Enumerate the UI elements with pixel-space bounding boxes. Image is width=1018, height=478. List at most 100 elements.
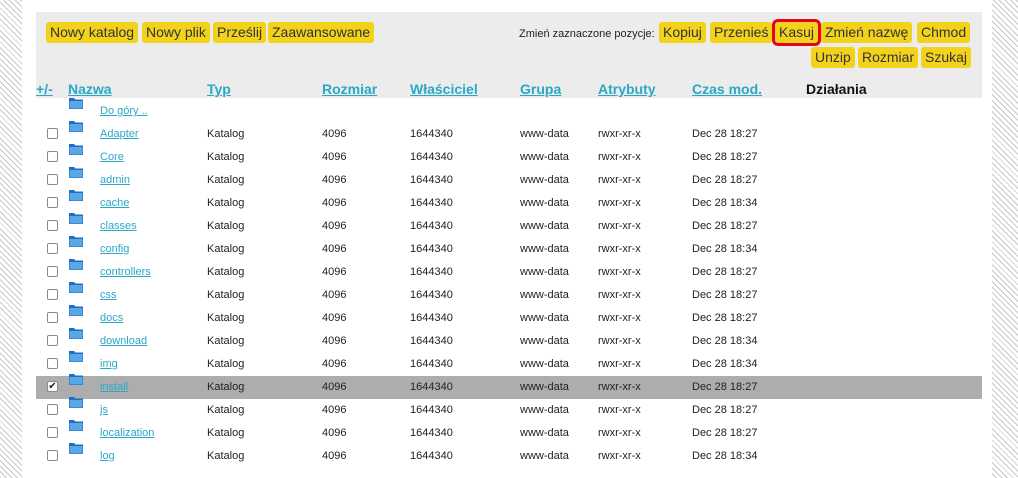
group-cell: www-data [520,174,569,186]
attributes-cell: rwxr-xr-x [598,312,641,324]
file-name-link[interactable]: localization [100,427,154,439]
size-cell: 4096 [322,266,347,278]
file-name-link[interactable]: log [100,450,115,462]
file-name-link[interactable]: img [100,358,118,370]
row-checkbox[interactable] [47,289,58,300]
table-row[interactable]: log Katalog 4096 1644340 www-data rwxr-xr-x De… [36,443,982,468]
owner-cell: 1644340 [410,151,453,163]
size-button[interactable]: Rozmiar [858,47,919,68]
modified-cell: Dec 28 18:34 [692,335,758,347]
modified-cell: Dec 28 18:34 [692,197,758,209]
type-column-header[interactable]: Typ [207,81,231,97]
table-row[interactable]: classes Katalog 4096 1644340 www-data rwxr-xr… [36,213,982,238]
type-cell: Katalog [207,174,245,186]
row-checkbox[interactable] [47,450,58,461]
rename-button[interactable]: Zmień nazwę [821,22,913,43]
new-folder-button[interactable]: Nowy katalog [46,22,139,43]
size-cell: 4096 [322,289,347,301]
type-cell: Katalog [207,312,245,324]
table-row[interactable]: docs Katalog 4096 1644340 www-data rwxr-xr-x D… [36,305,982,330]
upload-button[interactable]: Prześlij [213,22,267,43]
row-checkbox[interactable] [47,358,58,369]
table-row[interactable]: js Katalog 4096 1644340 www-data rwxr-xr-x Dec… [36,397,982,422]
file-name-link[interactable]: css [100,289,117,301]
file-name-link[interactable]: install [100,381,128,393]
move-button[interactable]: Przenieś [710,22,773,43]
table-row[interactable]: config Katalog 4096 1644340 www-data rwxr-xr-… [36,236,982,261]
group-cell: www-data [520,335,569,347]
owner-cell: 1644340 [410,450,453,462]
table-row[interactable]: admin Katalog 4096 1644340 www-data rwxr-xr-x… [36,167,982,192]
owner-column-header[interactable]: Właściciel [410,81,478,97]
chmod-button[interactable]: Chmod [917,22,971,43]
file-name-link[interactable]: controllers [100,266,151,278]
type-cell: Katalog [207,289,245,301]
file-name-link[interactable]: Core [100,151,124,163]
row-checkbox[interactable] [47,220,58,231]
group-column-header[interactable]: Grupa [520,81,561,97]
group-cell: www-data [520,197,569,209]
owner-cell: 1644340 [410,289,453,301]
file-name-link[interactable]: download [100,335,147,347]
row-checkbox[interactable] [47,174,58,185]
search-button[interactable]: Szukaj [921,47,972,68]
file-name-link[interactable]: cache [100,197,129,209]
row-checkbox[interactable] [47,197,58,208]
modified-cell: Dec 28 18:27 [692,312,758,324]
row-checkbox[interactable] [47,404,58,415]
type-cell: Katalog [207,381,245,393]
modified-cell: Dec 28 18:27 [692,151,758,163]
group-cell: www-data [520,381,569,393]
table-row[interactable]: localization Katalog 4096 1644340 www-data rw… [36,420,982,445]
size-cell: 4096 [322,381,347,393]
name-column-header[interactable]: Nazwa [68,81,112,97]
folder-icon [69,282,83,293]
row-checkbox[interactable] [47,335,58,346]
file-name-link[interactable]: Adapter [100,128,139,140]
row-checkbox[interactable] [47,427,58,438]
table-row[interactable]: css Katalog 4096 1644340 www-data rwxr-xr-x De… [36,282,982,307]
table-row[interactable]: Core Katalog 4096 1644340 www-data rwxr-xr-x D… [36,144,982,169]
folder-icon [69,305,83,316]
new-file-button[interactable]: Nowy plik [142,22,210,43]
row-checkbox[interactable] [47,151,58,162]
size-column-header[interactable]: Rozmiar [322,81,377,97]
copy-button[interactable]: Kopiuj [659,22,706,43]
file-name-link[interactable]: config [100,243,129,255]
row-checkbox[interactable]: ✔ [47,381,58,392]
table-row[interactable]: cache Katalog 4096 1644340 www-data rwxr-xr-x… [36,190,982,215]
folder-icon [69,190,83,201]
table-row[interactable]: download Katalog 4096 1644340 www-data rwxr-x… [36,328,982,353]
toolbar: Nowy katalog Nowy plik Prześlij Zaawanso… [36,12,982,98]
attributes-column-header[interactable]: Atrybuty [598,81,656,97]
up-link[interactable]: Do góry .. [100,105,148,117]
modified-cell: Dec 28 18:27 [692,220,758,232]
folder-icon [69,98,83,109]
size-cell: 4096 [322,450,347,462]
table-row[interactable]: ✔ install Katalog 4096 1644340 www-data rwxr-x… [36,374,982,399]
table-row[interactable]: controllers Katalog 4096 1644340 www-data rwx… [36,259,982,284]
toggle-all-header[interactable]: +/- [36,81,53,97]
folder-icon [69,328,83,339]
row-checkbox[interactable] [47,243,58,254]
size-cell: 4096 [322,312,347,324]
file-name-link[interactable]: classes [100,220,137,232]
modified-column-header[interactable]: Czas mod. [692,81,762,97]
row-checkbox[interactable] [47,128,58,139]
file-name-link[interactable]: js [100,404,108,416]
size-cell: 4096 [322,427,347,439]
folder-icon [69,213,83,224]
file-name-link[interactable]: docs [100,312,123,324]
advanced-button[interactable]: Zaawansowane [268,22,375,43]
table-row[interactable]: img Katalog 4096 1644340 www-data rwxr-xr-x De… [36,351,982,376]
row-checkbox[interactable] [47,312,58,323]
owner-cell: 1644340 [410,312,453,324]
delete-button[interactable]: Kasuj [771,19,822,46]
row-checkbox[interactable] [47,266,58,277]
owner-cell: 1644340 [410,358,453,370]
unzip-button[interactable]: Unzip [811,47,855,68]
type-cell: Katalog [207,335,245,347]
modified-cell: Dec 28 18:34 [692,243,758,255]
file-name-link[interactable]: admin [100,174,130,186]
table-row[interactable]: Adapter Katalog 4096 1644340 www-data rwxr-xr… [36,121,982,146]
